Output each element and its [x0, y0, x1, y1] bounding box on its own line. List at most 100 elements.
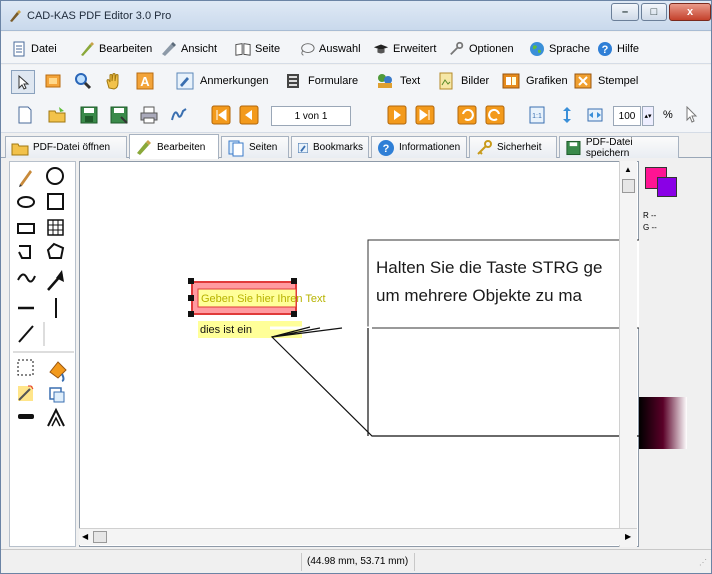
text-a-tool-button[interactable]: A [135, 71, 160, 91]
menu-bearbeiten[interactable]: Bearbeiten [79, 39, 152, 59]
minimize-button[interactable]: – [611, 3, 639, 21]
actual-size-icon: 1:1 [529, 106, 545, 124]
formulare-button[interactable]: Formulare [283, 71, 358, 91]
maximize-button[interactable]: □ [641, 3, 667, 21]
previous-page-button[interactable] [239, 105, 264, 125]
rectangle-tool-icon[interactable] [17, 223, 35, 234]
tab-sicherheit[interactable]: Sicherheit [469, 136, 557, 158]
menu-auswahl[interactable]: Auswahl [299, 39, 361, 59]
magic-wand-icon[interactable] [18, 385, 34, 401]
image-tool-button[interactable] [43, 71, 68, 91]
save-as-button[interactable] [109, 105, 134, 125]
secondary-color-swatch[interactable] [657, 177, 677, 197]
tab-label: Bearbeiten [157, 141, 206, 153]
hscroll-thumb[interactable] [93, 531, 107, 543]
save-button[interactable] [79, 105, 104, 125]
square-tool-icon[interactable] [47, 193, 64, 210]
tab-bearbeiten[interactable]: Bearbeiten [129, 134, 219, 159]
crop-tool-icon[interactable] [49, 387, 65, 403]
bilder-button[interactable]: Bilder [436, 71, 489, 91]
menu-hilfe[interactable]: ? Hilfe [597, 39, 639, 59]
menu-datei[interactable]: Datei [11, 39, 57, 59]
open-button[interactable] [47, 105, 72, 125]
anmerkungen-button[interactable]: Anmerkungen [175, 71, 269, 91]
hand-icon [106, 73, 119, 90]
menu-ansicht[interactable]: Ansicht [161, 39, 217, 59]
fit-width-button[interactable] [585, 105, 610, 125]
arrow-tool-icon[interactable] [47, 270, 64, 291]
marquee-select-icon[interactable] [17, 359, 34, 376]
stempel-button[interactable]: Stempel [573, 71, 638, 91]
pencil-tool-icon[interactable] [19, 170, 32, 187]
last-page-button[interactable] [415, 105, 440, 125]
pages-icon [228, 140, 244, 156]
rotate-left-button[interactable] [457, 105, 482, 125]
anmerkungen-label: Anmerkungen [200, 75, 269, 87]
ellipse-tool-icon[interactable] [17, 196, 35, 208]
resize-handle[interactable] [188, 295, 194, 301]
menu-seite[interactable]: Seite [235, 39, 280, 59]
pointer-icon [686, 106, 698, 123]
pointer-button[interactable] [685, 106, 699, 124]
text-button[interactable]: Text [375, 71, 420, 91]
grafiken-button[interactable]: Grafiken [501, 71, 568, 91]
chevron-up-tool-icon[interactable] [47, 407, 65, 427]
page-number-input[interactable]: 1 von 1 [271, 106, 351, 126]
paint-bucket-icon[interactable] [49, 361, 67, 382]
tab-seiten[interactable]: Seiten [221, 136, 289, 158]
zoom-tool-button[interactable] [73, 71, 98, 91]
diagonal-line-tool-icon[interactable] [18, 325, 34, 343]
resize-handle[interactable] [291, 311, 297, 317]
resize-grip-icon[interactable]: ⋰ [699, 558, 707, 567]
menu-sprache[interactable]: Sprache [529, 39, 590, 59]
circle-tool-icon[interactable] [46, 167, 64, 185]
app-logo-icon [10, 10, 21, 22]
fit-height-button[interactable] [557, 105, 582, 125]
scroll-right-icon[interactable]: ▶ [625, 532, 631, 541]
hand-tool-button[interactable] [103, 71, 128, 91]
resize-handle[interactable] [188, 311, 194, 317]
globe-icon [530, 42, 544, 56]
cursor-icon [18, 74, 30, 90]
tab-pdf-oeffnen[interactable]: PDF-Datei öffnen [5, 136, 127, 158]
orange-frame-icon [45, 74, 61, 88]
rotate-right-button[interactable] [485, 105, 510, 125]
annotation-icon [176, 72, 194, 90]
tab-bookmarks[interactable]: Bookmarks [291, 136, 369, 158]
next-page-button[interactable] [387, 105, 412, 125]
select-tool-button[interactable] [11, 70, 35, 94]
color-gradient-picker[interactable] [639, 397, 687, 449]
polyline-tool-icon[interactable] [18, 245, 31, 259]
last-page-icon [415, 105, 435, 125]
print-button[interactable] [139, 105, 164, 125]
tab-pdf-speichern[interactable]: PDF-Datei speichern [559, 136, 679, 159]
zoom-spinner[interactable]: ▴▾ [642, 106, 654, 126]
tab-label: PDF-Datei öffnen [33, 142, 111, 153]
curve-tool-icon[interactable] [17, 273, 36, 283]
document-canvas[interactable]: Geben Sie hier Ihren Text dies ist ein H… [79, 161, 640, 547]
sign-button[interactable] [169, 105, 194, 125]
rotate-right-icon [485, 105, 505, 125]
menu-label: Auswahl [319, 43, 361, 55]
title-bar[interactable]: CAD-KAS PDF Editor 3.0 Pro – □ x [1, 1, 711, 31]
horizontal-scrollbar[interactable]: ◀ ▶ [79, 528, 637, 545]
close-button[interactable]: x [669, 3, 711, 21]
resize-handle[interactable] [291, 278, 297, 284]
first-page-button[interactable] [211, 105, 236, 125]
zoom-input[interactable]: 100 [613, 106, 641, 126]
scroll-left-icon[interactable]: ◀ [82, 532, 88, 541]
vertical-scrollbar[interactable]: ▲ ▼ [619, 161, 637, 547]
tab-informationen[interactable]: ? Informationen [371, 136, 467, 158]
scroll-up-icon[interactable]: ▲ [624, 165, 632, 174]
next-page-icon [387, 105, 407, 125]
table-tool-icon[interactable] [47, 219, 64, 236]
open-folder-icon [48, 107, 66, 123]
thick-line-tool-icon[interactable] [18, 414, 34, 419]
menu-erweitert[interactable]: Erweitert [373, 39, 436, 59]
resize-handle[interactable] [188, 278, 194, 284]
menu-optionen[interactable]: Optionen [449, 39, 514, 59]
polygon-tool-icon[interactable] [46, 242, 65, 259]
actual-size-button[interactable]: 1:1 [527, 105, 552, 125]
scroll-thumb[interactable] [622, 179, 635, 193]
new-document-button[interactable] [15, 105, 40, 125]
